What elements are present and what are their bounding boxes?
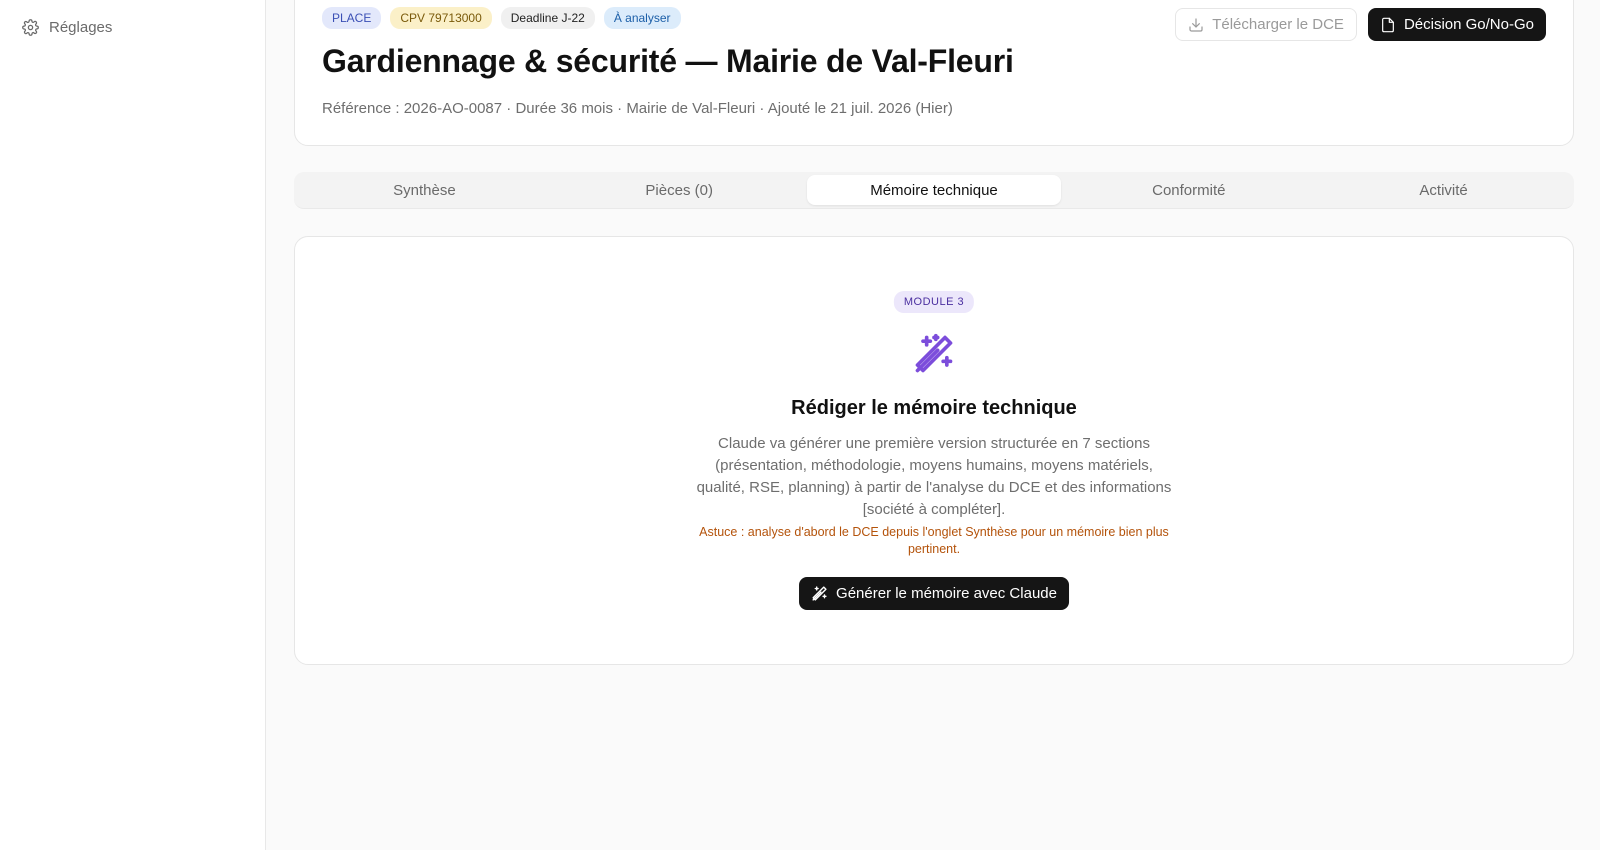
download-dce-button[interactable]: Télécharger le DCE	[1175, 8, 1357, 41]
tender-meta: Référence : 2026-AO-0087 · Durée 36 mois…	[322, 100, 953, 117]
tab-pieces[interactable]: Pièces (0)	[552, 175, 807, 205]
memoire-hint: Astuce : analyse d'abord le DCE depuis l…	[699, 525, 1169, 556]
deadline-badge: Deadline J-22	[500, 7, 595, 29]
sidebar-item-label: Réglages	[49, 19, 113, 36]
tab-activite[interactable]: Activité	[1316, 175, 1571, 205]
tab-conformite[interactable]: Conformité	[1061, 175, 1316, 205]
magic-wand-icon	[915, 333, 953, 373]
tender-tabs: Synthèse Pièces (0) Mémoire technique Co…	[294, 172, 1574, 209]
tender-header-card: PLACE CPV 79713000 Deadline J-22 À analy…	[294, 0, 1574, 146]
decision-go-nogo-label: Décision Go/No-Go	[1403, 16, 1534, 33]
generate-memoire-label: Générer le mémoire avec Claude	[836, 585, 1057, 602]
document-icon	[1382, 17, 1394, 32]
status-badge: À analyser	[603, 7, 681, 29]
gear-icon	[22, 19, 39, 36]
magic-wand-icon	[812, 586, 827, 601]
tab-memoire-technique[interactable]: Mémoire technique	[806, 175, 1062, 205]
generate-memoire-button[interactable]: Générer le mémoire avec Claude	[799, 577, 1069, 610]
header-actions: Télécharger le DCE Décision Go/No-Go	[1175, 8, 1546, 41]
sidebar-item-reglages[interactable]: Réglages	[22, 19, 112, 36]
app-root: Réglages PLACE CPV 79713000 Deadline J-2…	[0, 0, 1600, 850]
download-dce-label: Télécharger le DCE	[1212, 16, 1344, 33]
cpv-badge: CPV 79713000	[390, 7, 492, 29]
memoire-empty-state: MODULE 3 Rédiger le mémoire technique Cl…	[294, 236, 1574, 665]
badge-row: PLACE CPV 79713000 Deadline J-22 À analy…	[322, 7, 681, 29]
memoire-title: Rédiger le mémoire technique	[791, 397, 1077, 419]
memoire-description: Claude va générer une première version s…	[696, 435, 1172, 518]
main-content: PLACE CPV 79713000 Deadline J-22 À analy…	[266, 0, 1600, 850]
sidebar: Réglages	[0, 0, 266, 850]
decision-go-nogo-button[interactable]: Décision Go/No-Go	[1367, 8, 1546, 41]
page-title: Gardiennage & sécurité — Mairie de Val-F…	[322, 43, 1014, 79]
tab-synthese[interactable]: Synthèse	[297, 175, 552, 205]
source-badge: PLACE	[322, 7, 382, 29]
module-badge: MODULE 3	[893, 291, 975, 313]
download-icon	[1189, 17, 1203, 32]
